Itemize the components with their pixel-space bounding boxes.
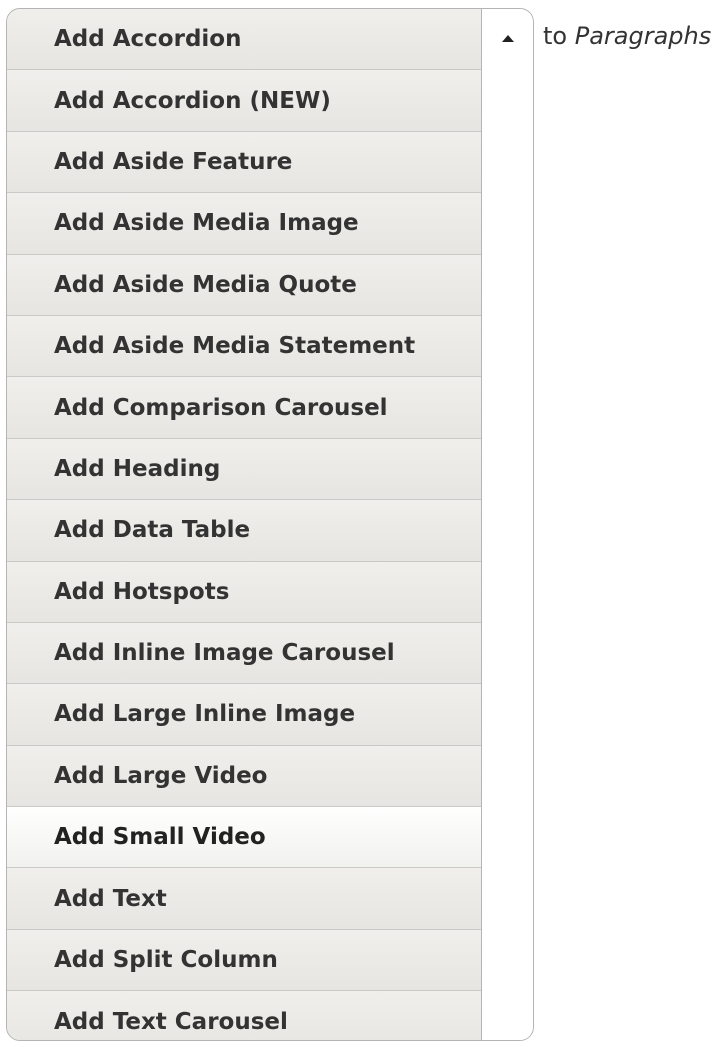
add-accordion-button[interactable]: Add Accordion [7, 9, 481, 71]
arrow-up-icon [502, 35, 514, 42]
add-hotspots-button[interactable]: Add Hotspots [7, 561, 481, 623]
add-text-button[interactable]: Add Text [7, 868, 481, 930]
target-field-label: to Paragraphs [543, 22, 711, 50]
suffix-prefix: to [543, 22, 568, 50]
dropbutton-toggle[interactable] [482, 9, 533, 1040]
add-text-carousel-button[interactable]: Add Text Carousel [7, 991, 481, 1040]
add-aside-media-statement-button[interactable]: Add Aside Media Statement [7, 315, 481, 378]
add-aside-feature-button[interactable]: Add Aside Feature [7, 131, 481, 194]
add-paragraph-dropbutton: Add Accordion Add Accordion (NEW) Add As… [6, 8, 534, 1041]
add-aside-media-quote-button[interactable]: Add Aside Media Quote [7, 254, 481, 316]
add-large-video-button[interactable]: Add Large Video [7, 745, 481, 808]
add-aside-media-image-button[interactable]: Add Aside Media Image [7, 193, 481, 255]
add-paragraph-widget: Add Accordion Add Accordion (NEW) Add As… [0, 0, 724, 1047]
add-split-column-button[interactable]: Add Split Column [7, 929, 481, 992]
suffix-target: Paragraphs [574, 22, 712, 50]
add-heading-button[interactable]: Add Heading [7, 438, 481, 501]
add-large-inline-image-button[interactable]: Add Large Inline Image [7, 684, 481, 746]
add-comparison-carousel-button[interactable]: Add Comparison Carousel [7, 377, 481, 439]
add-inline-image-carousel-button[interactable]: Add Inline Image Carousel [7, 622, 481, 685]
dropbutton-list: Add Accordion Add Accordion (NEW) Add As… [7, 9, 482, 1040]
add-small-video-button[interactable]: Add Small Video [7, 807, 481, 869]
add-accordion-new-button[interactable]: Add Accordion (NEW) [7, 70, 481, 132]
add-data-table-button[interactable]: Add Data Table [7, 500, 481, 562]
